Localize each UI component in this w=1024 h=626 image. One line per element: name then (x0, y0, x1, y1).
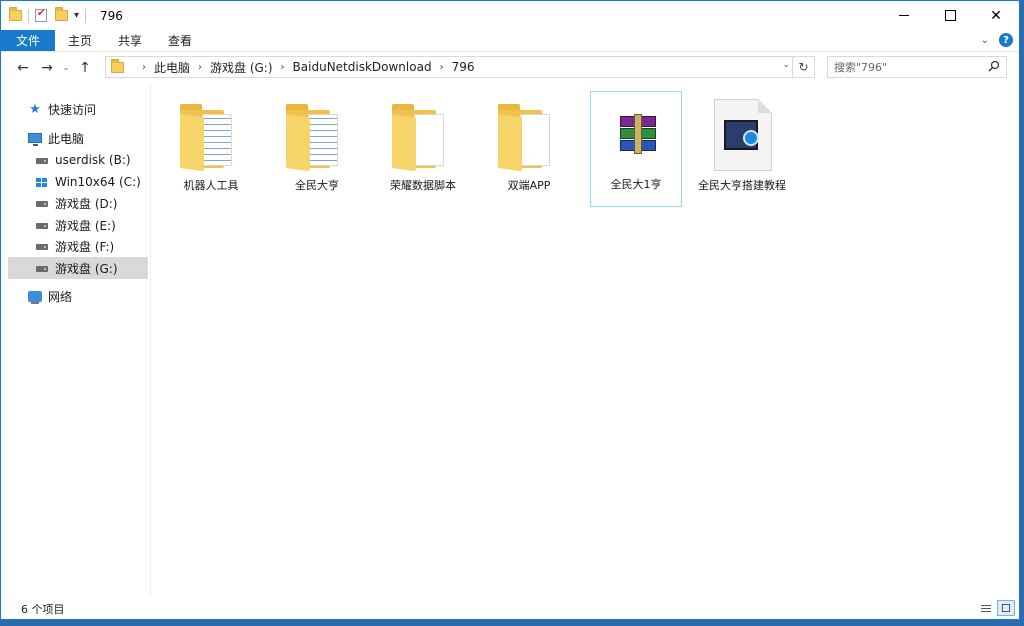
expand-ribbon-chevron-icon[interactable]: ⌄ (981, 35, 989, 46)
sidebar-item-this-pc[interactable]: 此电脑 (28, 127, 168, 149)
file-list-view: 机器人工具 全民大亨 荣耀数据脚本 双端APP 全民大1亨 全民大亨搭建教程 (152, 85, 1019, 595)
breadcrumb: › 此电脑 › 游戏盘 (G:) › BaiduNetdiskDownload … (134, 59, 474, 76)
folder-icon (180, 104, 236, 172)
up-arrow-icon[interactable]: ↑ (73, 57, 97, 79)
search-box[interactable] (827, 56, 1007, 78)
file-name: 全民大亨搭建教程 (698, 179, 786, 192)
search-input[interactable] (834, 60, 984, 74)
file-name: 全民大亨 (295, 179, 339, 192)
star-icon: ★ (29, 101, 41, 117)
sidebar-item-drive-g[interactable]: 游戏盘 (G:) (8, 257, 148, 279)
crumb-drive-g[interactable]: 游戏盘 (G:) (210, 59, 273, 76)
sidebar-item-drive-e[interactable]: 游戏盘 (E:) (35, 214, 148, 236)
new-folder-icon[interactable] (55, 7, 68, 21)
file-item-folder[interactable]: 全民大亨 (271, 93, 363, 209)
drive-icon (35, 261, 49, 275)
chevron-right-icon[interactable]: › (281, 62, 285, 73)
system-drive-icon (35, 175, 49, 189)
sidebar-item-drive-f[interactable]: 游戏盘 (F:) (35, 235, 148, 257)
explorer-window: ▾ 796 ✕ 文件 主页 共享 查看 ⌄ ? ← → ⌄ ↑ › 此电脑 (0, 0, 1020, 620)
network-icon (28, 289, 42, 304)
file-item-folder[interactable]: 荣耀数据脚本 (377, 93, 469, 209)
crumb-baidunetdisk[interactable]: BaiduNetdiskDownload (293, 60, 432, 74)
tab-home[interactable]: 主页 (55, 30, 105, 51)
crumb-this-pc[interactable]: 此电脑 (154, 59, 190, 76)
chevron-right-icon[interactable]: › (440, 62, 444, 73)
drive-icon (35, 239, 49, 253)
maximize-button[interactable] (927, 1, 973, 30)
file-name: 荣耀数据脚本 (390, 179, 456, 192)
toolbar-divider (85, 8, 87, 23)
sidebar-item-label: Win10x64 (C:) (55, 175, 141, 189)
refresh-icon[interactable]: ↻ (792, 57, 814, 77)
minimize-button[interactable] (881, 1, 927, 30)
navigation-pane: ★ 快速访问 此电脑 userdisk (B:) Win10x64 (C:) 游… (1, 85, 151, 595)
quick-access-toolbar: ▾ (1, 1, 92, 30)
drive-icon (35, 196, 49, 210)
forward-arrow-icon[interactable]: → (35, 57, 59, 79)
file-name: 全民大1亨 (610, 178, 662, 191)
crumb-current-folder[interactable]: 796 (452, 60, 475, 74)
folder-icon (286, 104, 342, 172)
tab-view[interactable]: 查看 (155, 30, 205, 51)
sidebar-item-label: userdisk (B:) (55, 153, 131, 167)
winrar-archive-icon (620, 114, 656, 154)
sidebar-item-label: 快速访问 (48, 102, 97, 117)
file-item-folder[interactable]: 机器人工具 (165, 93, 257, 209)
sidebar-item-drive-d[interactable]: 游戏盘 (D:) (35, 192, 148, 214)
properties-icon[interactable] (35, 8, 47, 22)
item-count: 6 个项目 (21, 603, 65, 616)
sidebar-item-drive-c[interactable]: Win10x64 (C:) (35, 171, 148, 193)
computer-icon (28, 131, 42, 146)
video-file-icon (714, 99, 772, 171)
sidebar-item-network[interactable]: 网络 (28, 285, 168, 307)
sidebar-item-label: 游戏盘 (D:) (55, 196, 118, 211)
large-icons-view-icon[interactable] (997, 600, 1015, 616)
window-title: 796 (100, 8, 123, 23)
tab-share[interactable]: 共享 (105, 30, 155, 51)
address-bar[interactable]: › 此电脑 › 游戏盘 (G:) › BaiduNetdiskDownload … (105, 56, 815, 78)
folder-icon (392, 104, 448, 172)
sidebar-item-drive-b[interactable]: userdisk (B:) (35, 149, 148, 171)
sidebar-item-label: 游戏盘 (E:) (55, 218, 116, 233)
file-item-folder[interactable]: 双端APP (483, 93, 575, 209)
sidebar-item-label: 网络 (48, 289, 73, 304)
search-icon[interactable] (988, 60, 1000, 72)
drive-icon (35, 218, 49, 232)
back-arrow-icon[interactable]: ← (11, 57, 35, 79)
tab-file[interactable]: 文件 (1, 30, 56, 51)
file-name: 机器人工具 (183, 179, 239, 192)
file-item-archive[interactable]: 全民大1亨 (590, 91, 682, 207)
sidebar-item-label: 此电脑 (48, 131, 85, 146)
ribbon-tabs: 文件 主页 共享 查看 ⌄ ? (1, 30, 1019, 52)
close-button[interactable]: ✕ (973, 1, 1019, 30)
recent-locations-dropdown-icon[interactable]: ⌄ (59, 57, 73, 79)
help-icon[interactable]: ? (999, 33, 1013, 47)
sidebar-item-label: 游戏盘 (F:) (55, 239, 115, 254)
details-view-icon[interactable] (977, 600, 995, 616)
folder-icon[interactable] (9, 7, 22, 21)
file-name: 双端APP (507, 179, 551, 192)
drive-icon (35, 153, 49, 167)
customize-toolbar-dropdown-icon[interactable]: ▾ (74, 10, 79, 21)
toolbar-divider (28, 8, 29, 23)
folder-icon (498, 104, 554, 172)
file-item-video[interactable]: 全民大亨搭建教程 (696, 93, 788, 209)
chevron-right-icon[interactable]: › (198, 62, 202, 73)
chevron-right-icon[interactable]: › (142, 62, 146, 73)
sidebar-item-quick-access[interactable]: ★ 快速访问 (28, 98, 168, 120)
caption-buttons: ✕ (881, 1, 1019, 30)
navigation-bar: ← → ⌄ ↑ › 此电脑 › 游戏盘 (G:) › BaiduNetdiskD… (1, 56, 1019, 80)
folder-icon (111, 58, 124, 73)
sidebar-item-label: 游戏盘 (G:) (55, 261, 118, 276)
address-history-dropdown-icon[interactable]: ⌄ (782, 60, 790, 70)
title-bar: ▾ 796 ✕ (1, 1, 1019, 30)
status-bar: 6 个项目 (1, 599, 1019, 619)
